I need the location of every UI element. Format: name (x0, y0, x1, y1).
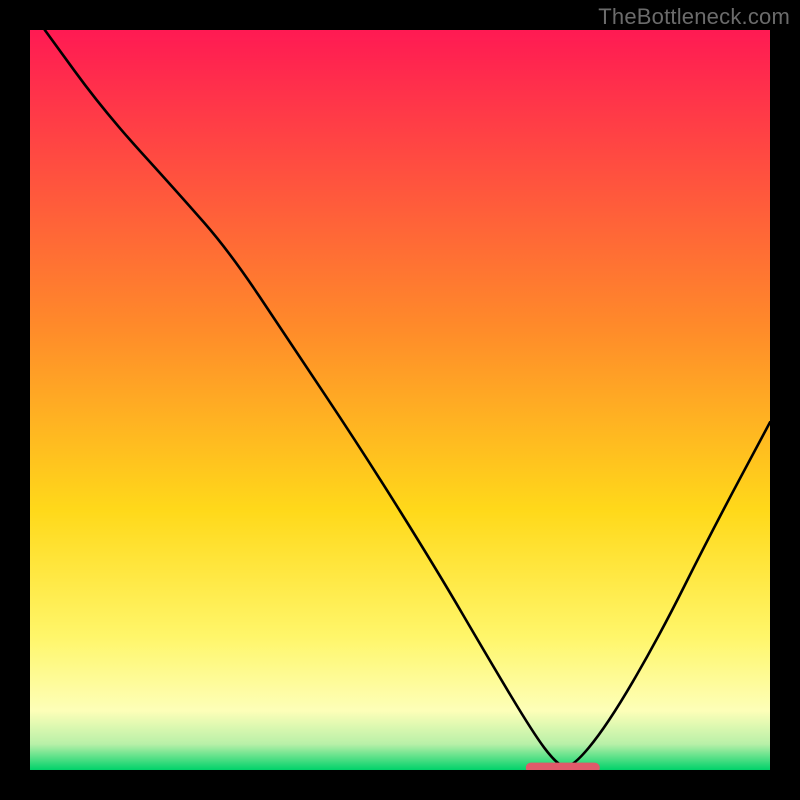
chart-container: TheBottleneck.com (0, 0, 800, 800)
heatmap-background (30, 30, 770, 770)
watermark-text: TheBottleneck.com (598, 4, 790, 30)
optimal-range-marker (526, 763, 600, 770)
bottleneck-chart (30, 30, 770, 770)
